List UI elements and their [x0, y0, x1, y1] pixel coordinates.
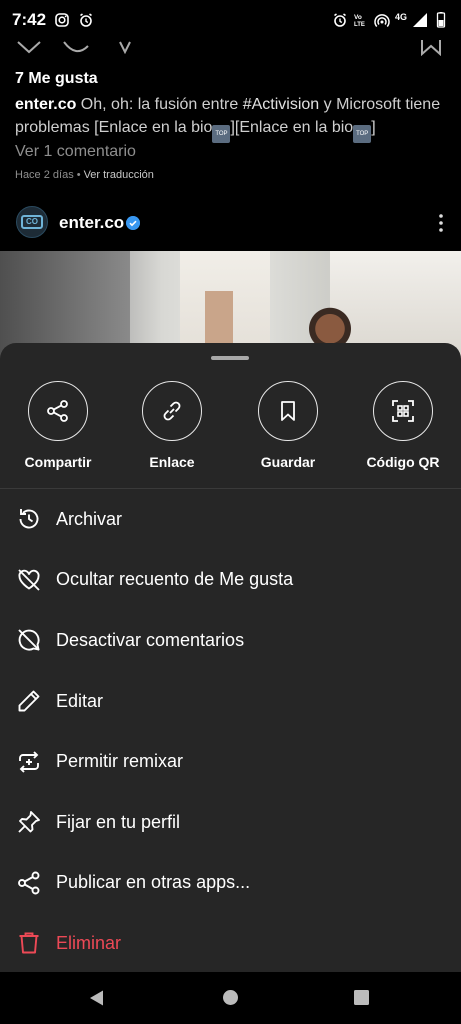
post-time-ago: Hace 2 días	[15, 169, 74, 181]
menu-item-post-to-other-apps[interactable]: Publicar en otras apps...	[0, 853, 461, 914]
menu-label-post-to-other-apps: Publicar en otras apps...	[56, 872, 251, 893]
menu-item-turn-off-comments[interactable]: Desactivar comentarios	[0, 610, 461, 671]
menu-item-edit[interactable]: Editar	[0, 671, 461, 732]
see-translation-link[interactable]: Ver traducción	[84, 169, 154, 181]
menu-label-edit: Editar	[56, 690, 104, 711]
caption-text-4: ]	[371, 119, 376, 136]
top-emoji-icon: TOP	[212, 125, 231, 143]
menu-label-turn-off-comments: Desactivar comentarios	[56, 629, 245, 650]
quick-actions: Compartir Enlace Guardar Código QR	[0, 381, 461, 471]
signal-icon	[413, 13, 427, 27]
post-meta: Hace 2 días • Ver traducción	[15, 169, 154, 181]
sheet-grabber[interactable]	[211, 356, 249, 360]
recents-icon[interactable]	[353, 989, 370, 1006]
post-header: CO enter.co	[0, 204, 461, 242]
share-action[interactable]: Compartir	[3, 381, 113, 470]
pin-icon	[18, 811, 40, 833]
battery-icon	[436, 12, 446, 28]
verified-badge-icon	[126, 216, 140, 230]
pencil-icon	[18, 690, 40, 712]
instagram-notification-icon	[55, 13, 69, 27]
back-icon[interactable]	[88, 989, 106, 1007]
likes-count[interactable]: 7 Me gusta	[15, 70, 98, 88]
post-options-menu: Archivar Ocultar recuento de Me gusta De…	[0, 489, 461, 974]
avatar-text: CO	[21, 215, 43, 229]
meta-separator: •	[76, 169, 81, 181]
view-comments-link[interactable]: Ver 1 comentario	[15, 143, 136, 161]
caption-text-1: Oh, oh: la fusión entre	[76, 96, 243, 113]
feed	[0, 40, 461, 62]
more-options-icon[interactable]	[439, 213, 443, 233]
link-action-label: Enlace	[149, 454, 195, 470]
comment-icon[interactable]	[62, 40, 90, 56]
status-time: 7:42	[12, 10, 47, 29]
share-action-label: Compartir	[24, 454, 92, 470]
alarm-icon	[334, 13, 346, 27]
caption-username[interactable]: enter.co	[15, 96, 76, 113]
menu-item-allow-remix[interactable]: Permitir remixar	[0, 731, 461, 792]
menu-label-hide-like-count: Ocultar recuento de Me gusta	[56, 569, 294, 590]
heart-off-icon	[18, 569, 40, 591]
share-icon	[47, 400, 68, 422]
status-bar: 7:42 Vo LTE 4G	[0, 0, 461, 40]
menu-label-archive: Archivar	[56, 508, 123, 529]
qr-code-action-label: Código QR	[366, 454, 440, 470]
home-icon[interactable]	[222, 989, 239, 1006]
post-caption: enter.co Oh, oh: la fusión entre #Activi…	[15, 93, 445, 143]
hotspot-icon	[374, 14, 390, 28]
caption-text-3: ][Enlace en la bio	[230, 119, 354, 136]
caption-hashtag[interactable]: #Activision	[243, 96, 319, 113]
link-icon	[163, 401, 181, 421]
menu-item-pin-to-profile[interactable]: Fijar en tu perfil	[0, 792, 461, 853]
post-action-row	[0, 40, 461, 62]
send-icon[interactable]	[118, 40, 132, 54]
archive-history-icon	[19, 509, 39, 529]
save-action[interactable]: Guardar	[233, 381, 343, 470]
save-post-icon[interactable]	[420, 40, 442, 56]
top-emoji-icon: TOP	[353, 125, 372, 143]
post-username[interactable]: enter.co	[59, 213, 124, 233]
trash-icon	[19, 933, 39, 954]
post-options-sheet: Compartir Enlace Guardar Código QR Archi…	[0, 343, 461, 972]
svg-text:Vo: Vo	[354, 14, 362, 21]
system-navigation-bar	[0, 972, 461, 1024]
alarm-notification-icon	[80, 13, 93, 27]
qr-code-icon	[392, 400, 414, 422]
comment-off-icon	[18, 629, 40, 652]
qr-code-action[interactable]: Código QR	[348, 381, 458, 470]
link-action[interactable]: Enlace	[117, 381, 227, 470]
menu-label-pin-to-profile: Fijar en tu perfil	[56, 811, 181, 832]
volte-icon: VoLTE	[354, 14, 365, 28]
menu-label-delete: Eliminar	[56, 932, 122, 953]
remix-icon	[19, 751, 39, 773]
save-action-label: Guardar	[260, 454, 316, 470]
avatar[interactable]: CO	[16, 206, 48, 238]
share-nodes-icon	[18, 871, 40, 895]
menu-item-delete[interactable]: Eliminar	[0, 913, 461, 974]
menu-item-hide-like-count[interactable]: Ocultar recuento de Me gusta	[0, 550, 461, 611]
menu-item-archive[interactable]: Archivar	[0, 489, 461, 550]
bookmark-icon	[281, 401, 295, 421]
network-type: 4G	[394, 12, 407, 22]
like-icon[interactable]	[16, 40, 42, 56]
menu-label-allow-remix: Permitir remixar	[56, 751, 184, 772]
svg-text:LTE: LTE	[354, 22, 365, 28]
